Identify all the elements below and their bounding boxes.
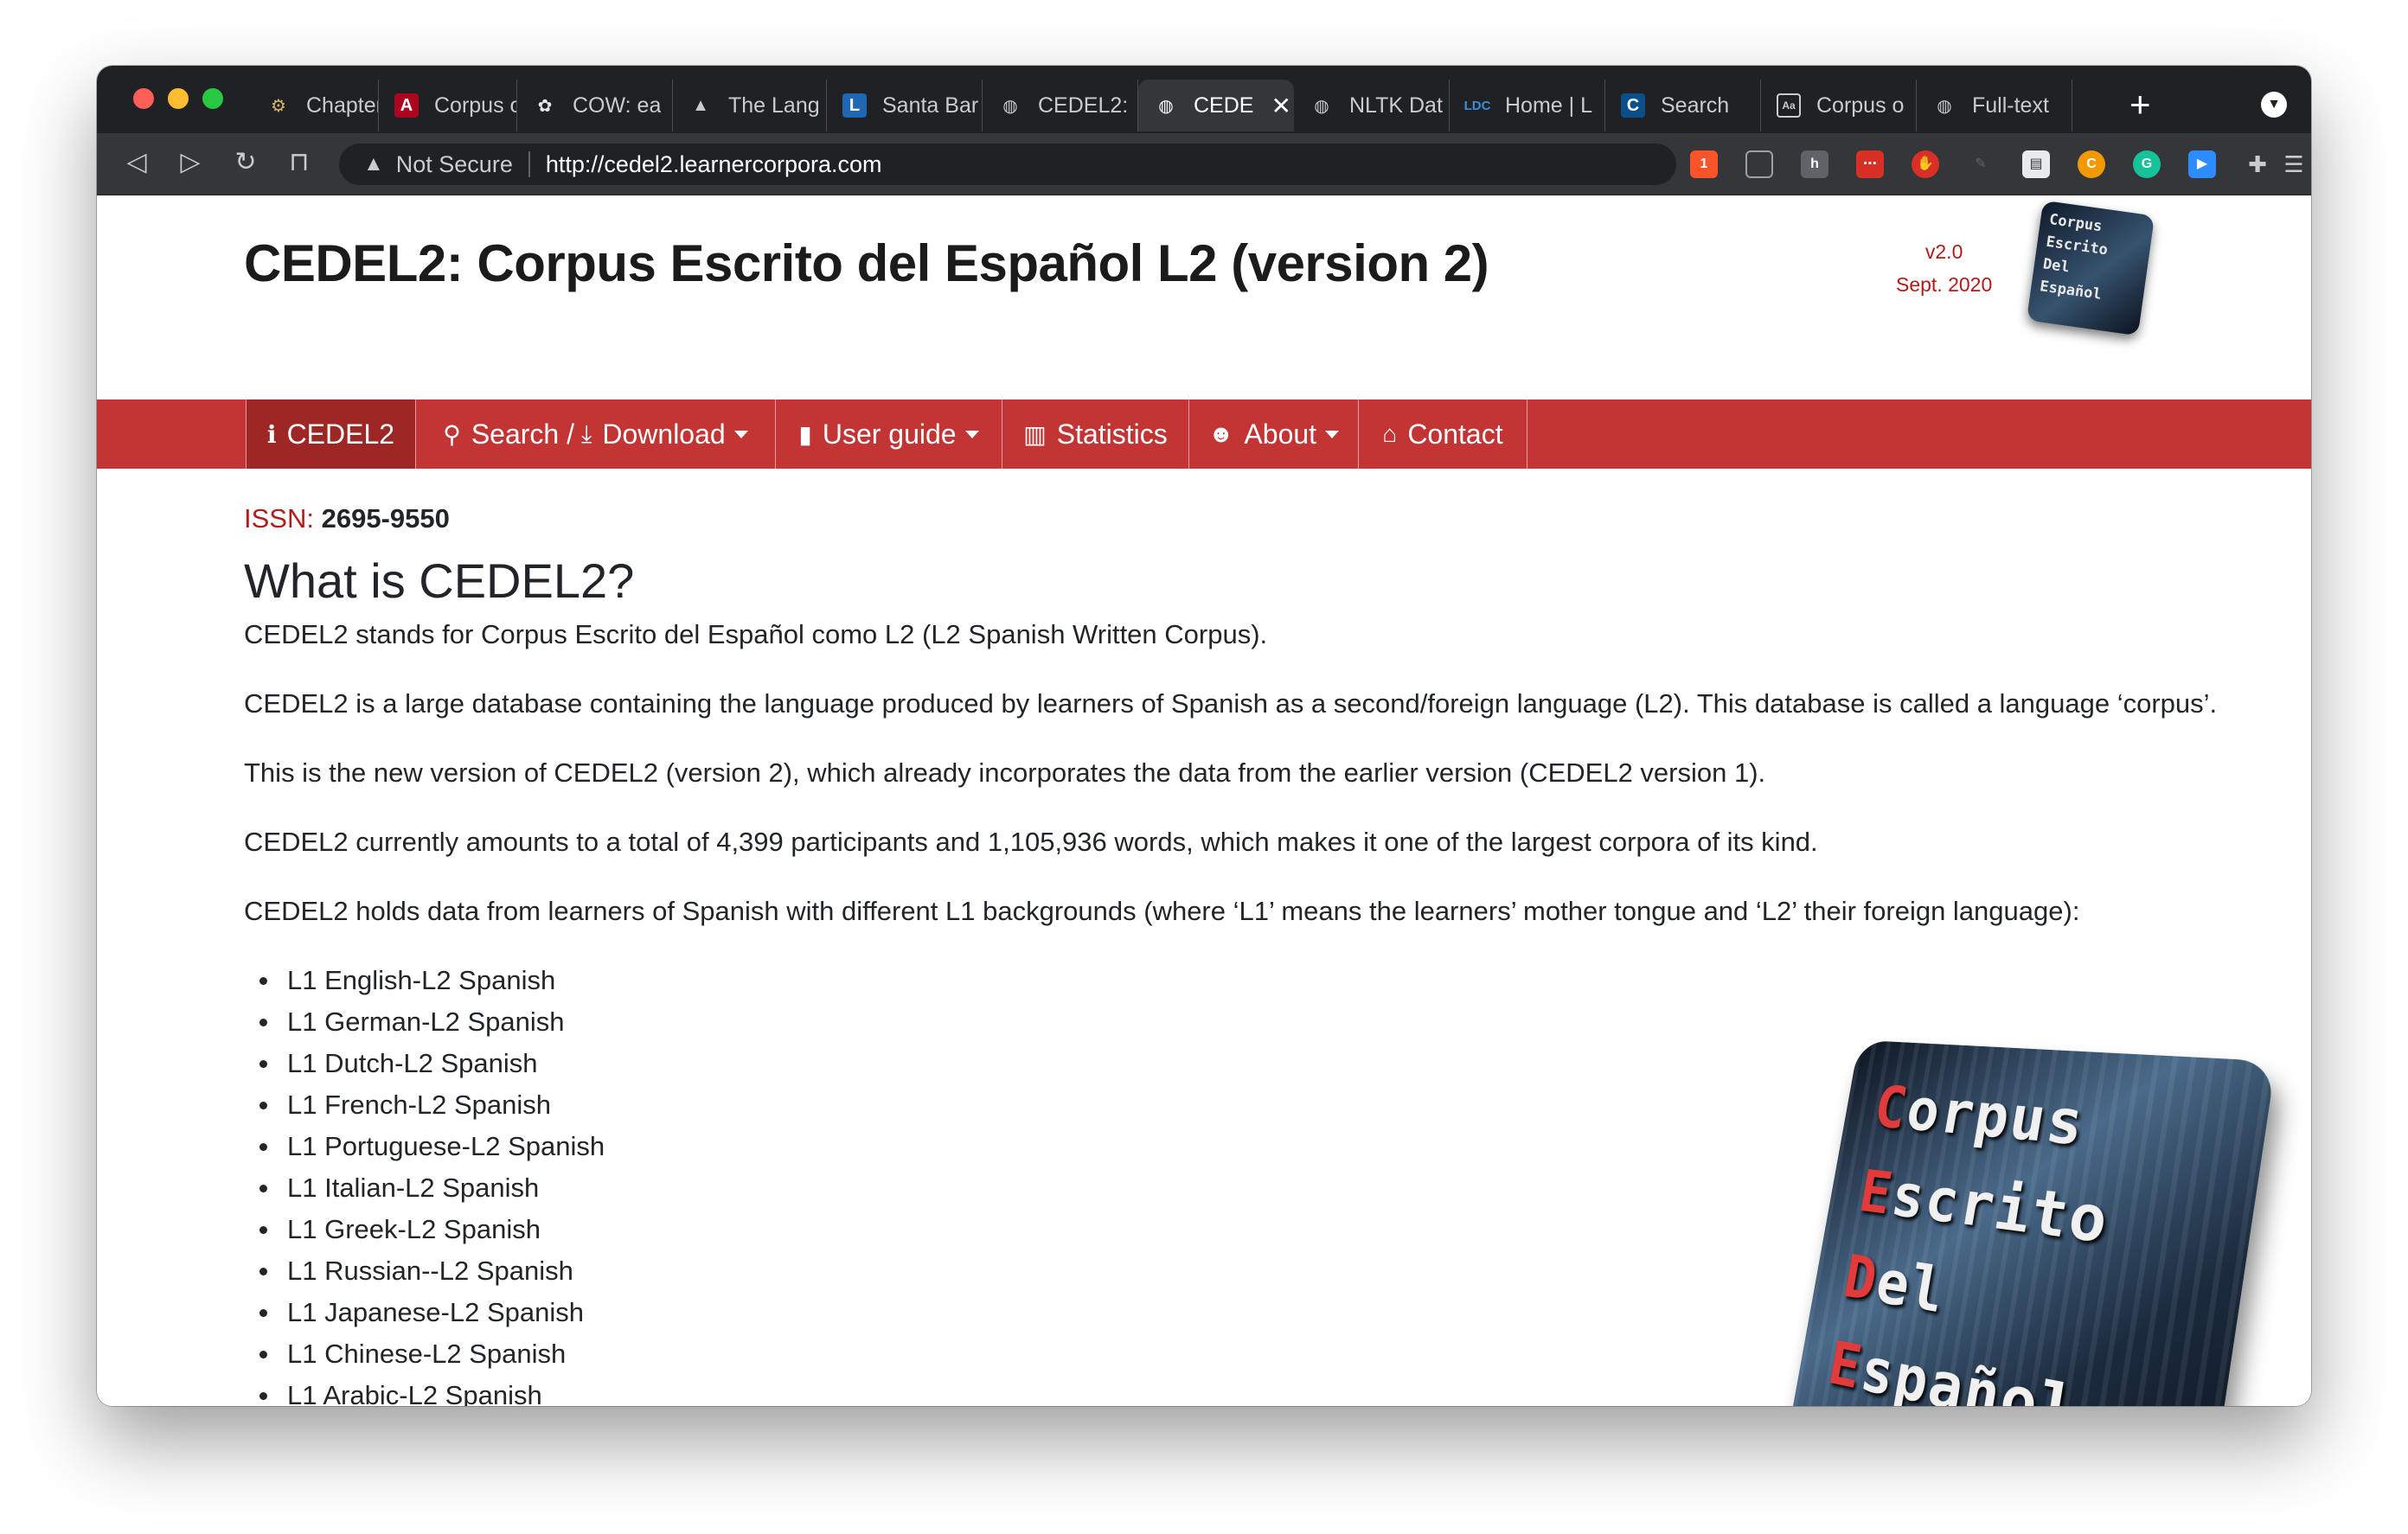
- zoom-window-button[interactable]: [202, 88, 223, 109]
- tab-strip: ⚙ Chapter 2 A Corpus o ✿ COW: ea ▲ The L…: [97, 66, 2311, 133]
- paragraph: CEDEL2 holds data from learners of Spani…: [244, 896, 2080, 926]
- document-icon: Aa: [1777, 93, 1801, 118]
- tab-full-text[interactable]: ◍ Full-text: [1917, 80, 2072, 131]
- coupon-icon[interactable]: C: [2078, 150, 2105, 178]
- chevron-down-icon: [1325, 430, 1340, 438]
- version-number: v2.0: [1924, 240, 1963, 263]
- version-date: Sept. 2020: [1896, 273, 1993, 296]
- page-icon[interactable]: ▤: [2022, 150, 2050, 178]
- paragraph: This is the new version of CEDEL2 (versi…: [244, 757, 1766, 788]
- cedel2-logo-small[interactable]: Corpus Escrito Del Español: [2026, 200, 2155, 336]
- tab-chapter[interactable]: ⚙ Chapter 2: [251, 80, 379, 131]
- site-title: CEDEL2: Corpus Escrito del Español L2 (v…: [244, 234, 1489, 292]
- globe-icon: ◍: [1158, 96, 1174, 116]
- tab-cedel2-1[interactable]: ◍ CEDEL2:: [983, 80, 1138, 131]
- menu-icon[interactable]: ☰: [2280, 150, 2308, 178]
- browser-window: ⚙ Chapter 2 A Corpus o ✿ COW: ea ▲ The L…: [97, 66, 2311, 1406]
- new-tab-button[interactable]: +: [2129, 85, 2151, 125]
- issn-label: ISSN:: [244, 503, 314, 534]
- zoom-icon[interactable]: ▶: [2188, 150, 2216, 178]
- close-tab-icon[interactable]: ✕: [1271, 92, 1290, 120]
- tab-home-ldc[interactable]: LDC Home | L: [1450, 80, 1605, 131]
- nav-cedel2[interactable]: ℹ CEDEL2: [246, 399, 415, 469]
- brave-shield-icon[interactable]: 1: [1690, 150, 1718, 178]
- tab-santa-barbara[interactable]: L Santa Bar: [827, 80, 983, 131]
- nav-about[interactable]: ☻ About: [1188, 399, 1358, 469]
- list-item: L1 German-L2 Spanish: [259, 1001, 2268, 1043]
- nav-search-download[interactable]: ⚲ Search / ⤓ Download: [415, 399, 775, 469]
- users-icon: ☻: [1207, 420, 1234, 447]
- version-info: v2.0 Sept. 2020: [1896, 235, 1992, 301]
- search-icon: ⚲: [443, 420, 461, 448]
- web-page: CEDEL2: Corpus Escrito del Español L2 (v…: [97, 195, 2311, 1406]
- tab-cow[interactable]: ✿ COW: ea: [517, 80, 673, 131]
- paragraph: CEDEL2 currently amounts to a total of 4…: [244, 827, 1818, 857]
- hypothesis-icon[interactable]: h: [1801, 150, 1828, 178]
- main-navbar: ℹ CEDEL2 ⚲ Search / ⤓ Download ▮ User gu…: [97, 399, 2311, 469]
- tab-cedel2-active[interactable]: ◍ CEDE ✕: [1138, 80, 1294, 131]
- section-heading: What is CEDEL2?: [244, 553, 635, 608]
- browser-toolbar: ◁ ▷ ↻ ⊓ ▲ Not Secure http://cedel2.learn…: [97, 133, 2311, 195]
- globe-icon: ◍: [1314, 96, 1329, 116]
- chevron-down-icon: [964, 430, 979, 438]
- address-bar[interactable]: ▲ Not Secure http://cedel2.learnercorpor…: [339, 144, 1676, 185]
- globe-icon: ◍: [1937, 96, 1952, 116]
- list-item: L1 English-L2 Spanish: [259, 960, 2268, 1001]
- tab-nltk-data[interactable]: ◍ NLTK Dat: [1294, 80, 1450, 131]
- tab-search-menu-icon[interactable]: ▼: [2261, 92, 2287, 118]
- grammarly-icon[interactable]: G: [2133, 150, 2161, 178]
- mountain-icon: ▲: [692, 95, 709, 115]
- tab-corpus-2[interactable]: Aa Corpus o: [1761, 80, 1917, 131]
- tab-corpus-arizona[interactable]: A Corpus o: [379, 80, 517, 131]
- cedel2-book-logo: Corpus Escrito Del Español L2: [1785, 1039, 2277, 1406]
- issn-value: 2695-9550: [321, 503, 450, 534]
- inbox-icon: ⌂: [1382, 420, 1398, 447]
- info-icon: ℹ: [266, 420, 277, 448]
- bookmark-icon[interactable]: ⊓: [282, 145, 317, 180]
- letter-l-icon: L: [842, 93, 867, 118]
- download-icon: ⤓: [580, 419, 592, 447]
- warning-icon: ▲: [363, 152, 384, 176]
- nav-statistics[interactable]: ▥ Statistics: [1002, 399, 1188, 469]
- bar-chart-icon: ▥: [1023, 420, 1047, 448]
- book-icon: ⚙: [271, 96, 286, 116]
- omnibox-divider: [528, 151, 530, 177]
- paragraph: CEDEL2 is a large database containing th…: [244, 688, 2218, 719]
- url-text[interactable]: http://cedel2.learnercorpora.com: [546, 151, 882, 178]
- pin-icon[interactable]: ✎: [1967, 150, 1995, 178]
- nav-contact[interactable]: ⌂ Contact: [1358, 399, 1527, 469]
- adblock-hand-icon[interactable]: ✋: [1912, 150, 1939, 178]
- nav-user-guide[interactable]: ▮ User guide: [775, 399, 1002, 469]
- arizona-a-icon: A: [394, 93, 419, 118]
- letter-c-icon: C: [1621, 93, 1645, 118]
- globe-icon: ◍: [1002, 96, 1018, 116]
- tab-the-language[interactable]: ▲ The Lang: [673, 80, 827, 131]
- extensions-puzzle-icon[interactable]: ✚: [2244, 150, 2271, 178]
- chevron-down-icon: [733, 430, 748, 438]
- security-label: Not Secure: [395, 150, 513, 177]
- forward-button[interactable]: ▷: [173, 145, 208, 180]
- minimize-window-button[interactable]: [168, 88, 189, 109]
- paragraph: CEDEL2 stands for Corpus Escrito del Esp…: [244, 619, 1268, 649]
- extension-dots-icon[interactable]: ⋯: [1856, 150, 1884, 178]
- back-button[interactable]: ◁: [119, 145, 154, 180]
- reload-button[interactable]: ↻: [228, 145, 263, 180]
- reader-mode-icon[interactable]: [1745, 150, 1773, 178]
- issn-line: ISSN: 2695-9550: [244, 498, 2268, 540]
- document-icon: ▮: [798, 420, 812, 448]
- cow-icon: ✿: [537, 96, 553, 116]
- close-window-button[interactable]: [133, 88, 154, 109]
- ldc-icon: LDC: [1463, 98, 1491, 113]
- tab-search[interactable]: C Search: [1605, 80, 1761, 131]
